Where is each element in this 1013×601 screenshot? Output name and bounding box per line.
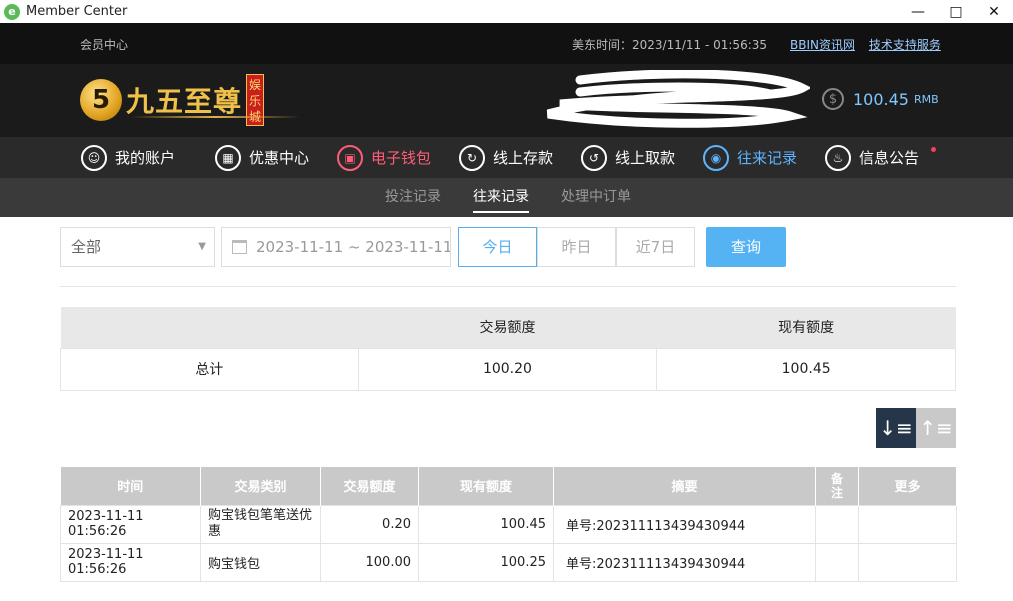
date-range-input[interactable]: 2023-11-11 ~ 2023-11-11 (221, 227, 451, 267)
logo-mark: 5 (80, 79, 122, 121)
maximize-button[interactable]: □ (937, 0, 975, 23)
top-info-bar: 会员中心 美东时间：2023/11/11 - 01:56:35 BBIN资讯网 … (0, 23, 1013, 64)
col-more: 更多 (858, 467, 957, 505)
nav-records[interactable]: ◉ 往来记录 (703, 137, 797, 178)
summary-header-row: 交易额度 现有额度 (60, 307, 956, 348)
row-type: 购宝钱包笔笔送优惠 (200, 504, 321, 544)
tab-pending-orders[interactable]: 处理中订单 (561, 178, 631, 217)
summary-header-balance: 现有额度 (656, 307, 956, 348)
main-nav: ☺ 我的账户 ▦ 优惠中心 ▣ 电子钱包 ↻ 线上存款 ↺ 线上取款 ◉ 往来记… (0, 137, 1013, 178)
row-balance: 100.25 (418, 542, 554, 582)
user-icon: ☺ (81, 144, 107, 171)
notification-dot (931, 147, 936, 152)
table-row: 2023-11-11 01:56:26 购宝钱包笔笔送优惠 0.20 100.4… (60, 504, 957, 544)
logo-flourish (130, 116, 300, 118)
nav-label: 优惠中心 (249, 149, 310, 167)
divider (60, 286, 956, 287)
bbin-news-link[interactable]: BBIN资讯网 (790, 38, 855, 52)
records-header-row: 时间 交易类别 交易额度 现有额度 摘要 备注 更多 (60, 467, 957, 505)
eastern-time: 美东时间：2023/11/11 - 01:56:35 (572, 38, 768, 52)
records-table: 时间 交易类别 交易额度 现有额度 摘要 备注 更多 2023-11-11 01… (60, 467, 957, 582)
member-center-label: 会员中心 (80, 38, 129, 52)
last-7-days-button[interactable]: 近7日 (616, 227, 695, 267)
gift-icon: ▦ (215, 144, 241, 171)
row-amount: 100.00 (320, 542, 419, 582)
row-summary: 单号:202311113439430944 (553, 504, 816, 544)
balance-amount: 100.45 (853, 89, 909, 109)
close-button[interactable]: ✕ (975, 0, 1013, 23)
row-balance: 100.45 (418, 504, 554, 544)
dollar-icon: $ (822, 88, 844, 110)
row-more[interactable] (858, 542, 957, 582)
wallet-icon: ▣ (337, 144, 363, 171)
summary-header-blank (60, 307, 359, 348)
nav-online-deposit[interactable]: ↻ 线上存款 (459, 137, 553, 178)
wallet-balance: $ 100.45 RMB (822, 88, 939, 110)
tech-support-link[interactable]: 技术支持服务 (869, 38, 941, 52)
window-titlebar: e Member Center — □ ✕ (0, 0, 1013, 23)
table-row: 2023-11-11 01:56:26 购宝钱包 100.00 100.25 单… (60, 542, 957, 582)
logo-badge: 娱乐城 (246, 74, 265, 126)
redaction-scribble (546, 70, 810, 128)
balance-currency: RMB (913, 92, 939, 106)
header: 5 九五至尊 娱乐城 $ 100.45 RMB (0, 64, 1013, 137)
col-note: 备注 (815, 467, 859, 505)
type-select[interactable]: 全部 ▼ (60, 227, 215, 267)
row-note (815, 504, 859, 544)
summary-total-row: 总计 100.20 100.45 (60, 347, 956, 391)
row-more[interactable] (858, 504, 957, 544)
nav-label: 信息公告 (859, 149, 920, 167)
summary-header-amount: 交易额度 (358, 307, 657, 348)
logo-text: 九五至尊 (126, 85, 243, 118)
calendar-icon (232, 240, 247, 254)
tab-bet-records[interactable]: 投注记录 (385, 178, 441, 217)
col-balance: 现有额度 (418, 467, 554, 505)
row-summary: 单号:202311113439430944 (553, 542, 816, 582)
tab-transaction-records[interactable]: 往来记录 (473, 178, 529, 217)
total-amount: 100.20 (357, 347, 658, 391)
today-button[interactable]: 今日 (458, 227, 537, 267)
col-summary: 摘要 (553, 467, 816, 505)
sort-buttons: ↓≡ ↑≡ (876, 408, 956, 448)
nav-label: 电子钱包 (371, 149, 432, 167)
sort-descending-icon[interactable]: ↓≡ (876, 408, 916, 448)
nav-promotions[interactable]: ▦ 优惠中心 (215, 137, 309, 178)
chevron-down-icon: ▼ (198, 241, 206, 252)
col-amount: 交易额度 (320, 467, 419, 505)
date-range-value: 2023-11-11 ~ 2023-11-11 (256, 238, 451, 256)
yesterday-button[interactable]: 昨日 (537, 227, 616, 267)
row-amount: 0.20 (320, 504, 419, 544)
nav-label: 往来记录 (737, 149, 798, 167)
withdraw-icon: ↺ (581, 144, 607, 171)
nav-label: 线上存款 (493, 149, 554, 167)
nav-my-account[interactable]: ☺ 我的账户 (81, 137, 175, 178)
total-label: 总计 (60, 347, 359, 391)
col-time: 时间 (60, 467, 201, 505)
nav-online-withdraw[interactable]: ↺ 线上取款 (581, 137, 675, 178)
row-note (815, 542, 859, 582)
window-title: Member Center (26, 4, 128, 19)
nav-label: 我的账户 (115, 149, 176, 167)
row-time: 2023-11-11 01:56:26 (60, 542, 201, 582)
top-links: BBIN资讯网 技术支持服务 (790, 36, 951, 53)
total-balance: 100.45 (656, 347, 956, 391)
nav-e-wallet[interactable]: ▣ 电子钱包 (337, 137, 431, 178)
row-type: 购宝钱包 (200, 542, 321, 582)
site-logo[interactable]: 5 九五至尊 娱乐城 (80, 70, 300, 130)
nav-label: 线上取款 (615, 149, 676, 167)
bell-icon: ♨ (825, 144, 851, 171)
minimize-button[interactable]: — (899, 0, 937, 23)
app-icon: e (4, 3, 20, 20)
sub-nav: 投注记录 往来记录 处理中订单 (0, 178, 1013, 217)
window-controls: — □ ✕ (899, 0, 1013, 23)
col-type: 交易类别 (200, 467, 321, 505)
records-icon: ◉ (703, 144, 729, 171)
deposit-icon: ↻ (459, 144, 485, 171)
query-button[interactable]: 查询 (706, 227, 786, 267)
nav-announcements[interactable]: ♨ 信息公告 (825, 137, 919, 178)
sort-ascending-icon[interactable]: ↑≡ (916, 408, 956, 448)
row-time: 2023-11-11 01:56:26 (60, 504, 201, 544)
type-select-value: 全部 (71, 238, 102, 256)
summary-table: 交易额度 现有额度 总计 100.20 100.45 (60, 307, 956, 391)
